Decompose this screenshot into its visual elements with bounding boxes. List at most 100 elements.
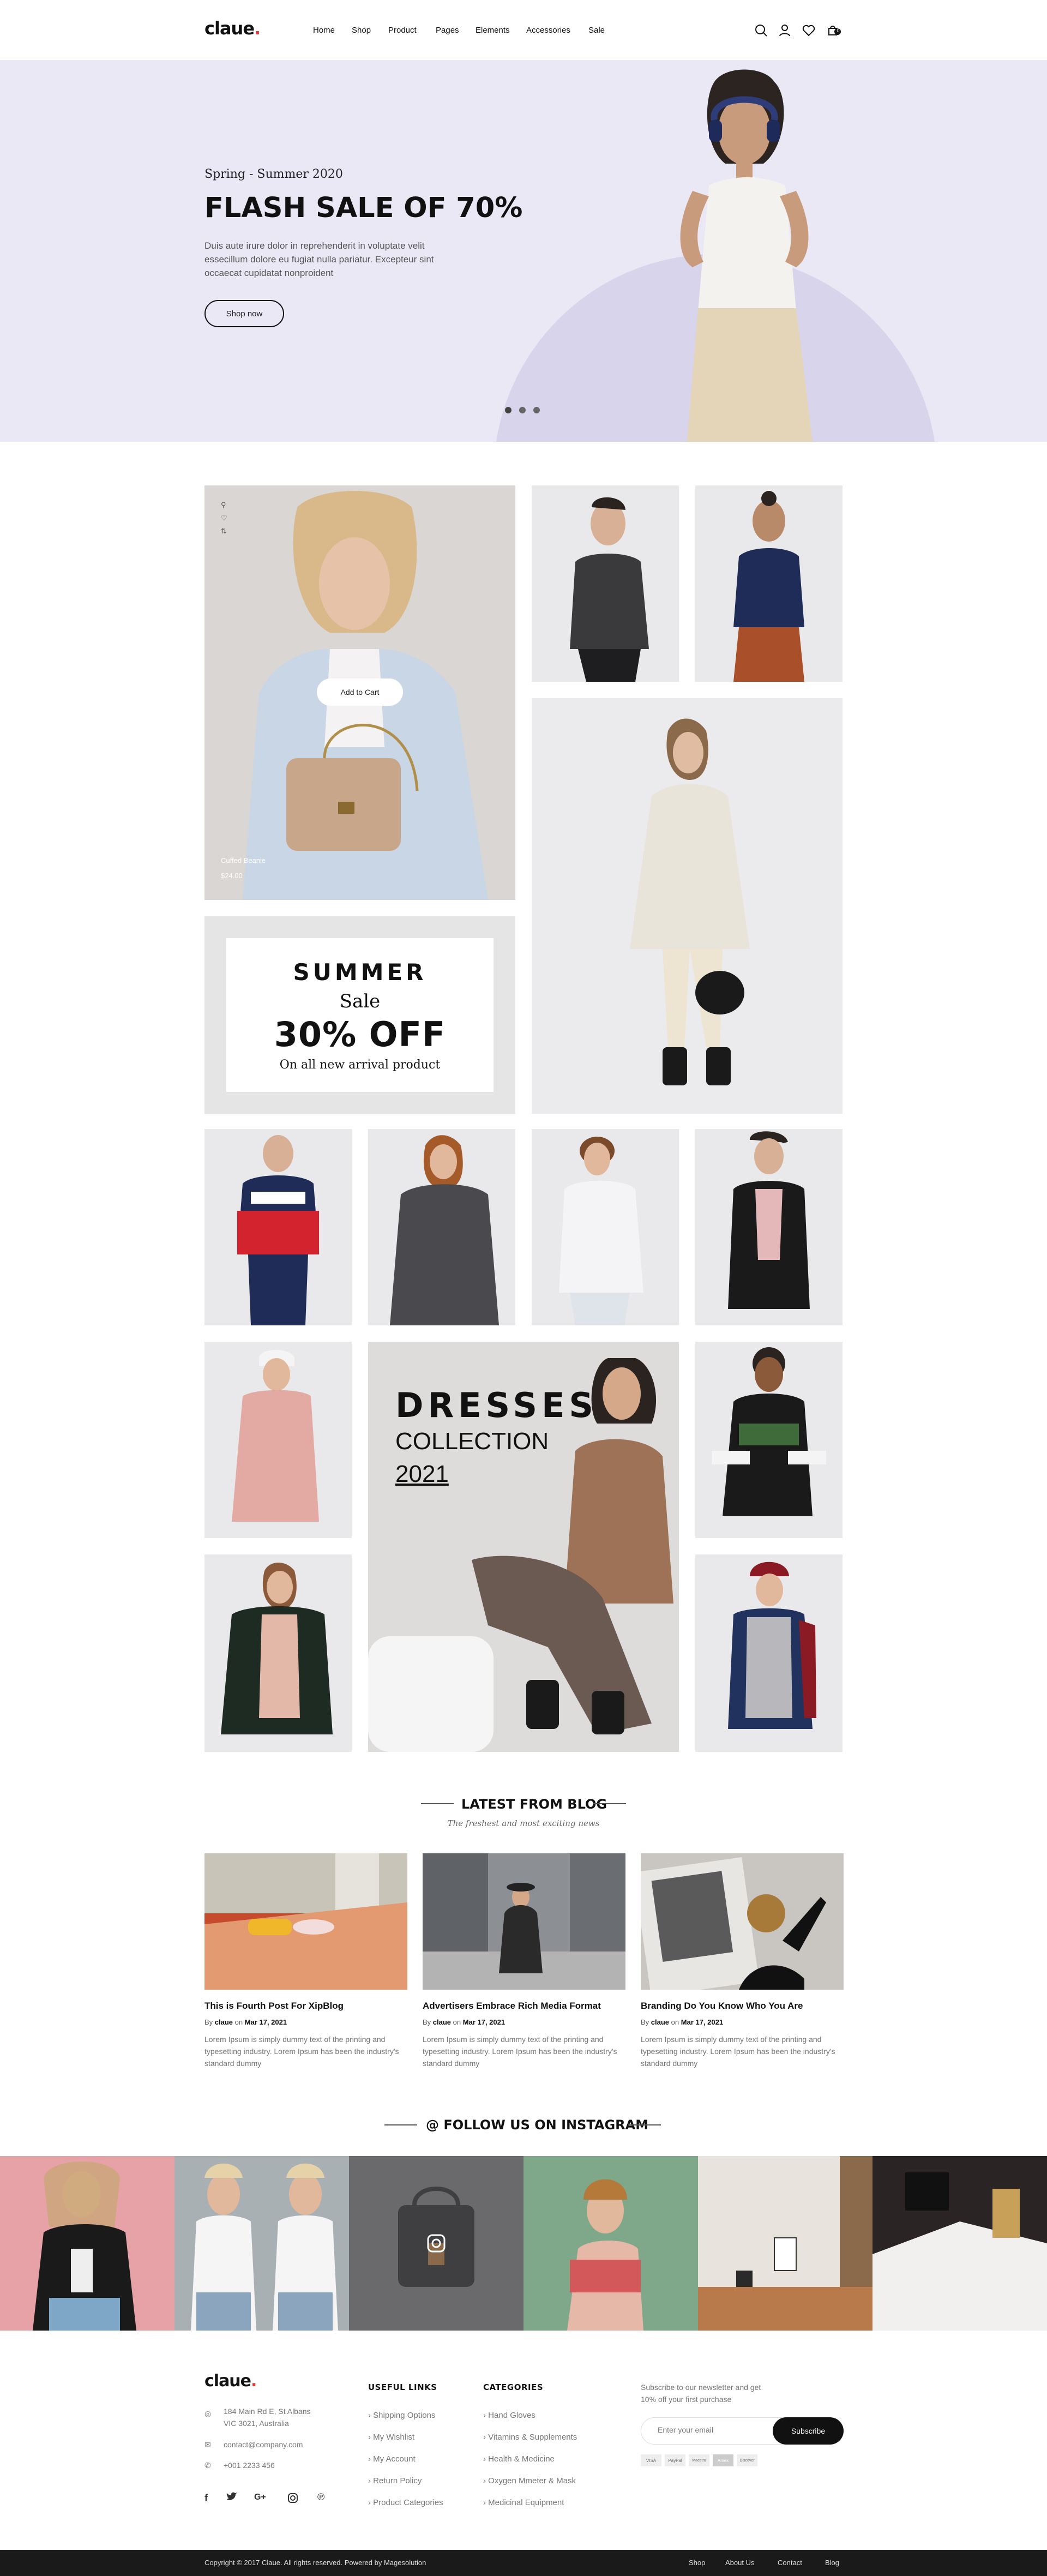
divider [384,2124,417,2125]
useful-links-heading: USEFUL LINKS [368,2382,437,2392]
product-price: $24.00 [221,872,243,880]
search-icon[interactable] [754,23,768,38]
promo-line-1: SUMMER [293,959,427,986]
bottom-link-about[interactable]: About Us [725,2559,754,2567]
instagram-photo[interactable] [698,2156,872,2331]
search-icon[interactable]: ⚲ [221,501,226,509]
nav-sale[interactable]: Sale [588,26,605,35]
product-card[interactable] [204,1554,352,1752]
nav-accessories[interactable]: Accessories [526,26,570,35]
slide-dot-1[interactable] [505,407,512,413]
blog-section-title: LATEST FROM BLOG [461,1797,607,1812]
heart-icon[interactable] [802,23,816,38]
add-to-cart-button[interactable]: Add to Cart [317,678,403,706]
instagram-photo[interactable] [174,2156,349,2331]
instagram-icon[interactable] [287,2493,298,2506]
footer-category-link[interactable]: › Oxygen Mmeter & Mask [483,2476,576,2485]
twitter-icon[interactable] [226,2491,238,2505]
user-icon[interactable] [778,23,792,38]
summer-sale-banner[interactable]: SUMMER Sale 30% OFF On all new arrival p… [204,916,515,1114]
bottom-link-contact[interactable]: Contact [778,2559,802,2567]
footer-category-link[interactable]: › Vitamins & Supplements [483,2433,577,2442]
google-plus-icon[interactable]: G+ [254,2493,266,2502]
product-image [630,718,750,1085]
product-card[interactable] [695,1342,843,1538]
product-card[interactable] [695,485,843,682]
footer-address: 184 Main Rd E, St Albans VIC 3021, Austra… [224,2407,311,2428]
location-icon: ◎ [204,2409,212,2418]
product-card[interactable] [695,1554,843,1752]
footer-link[interactable]: › Product Categories [368,2498,443,2507]
categories-heading: CATEGORIES [483,2382,544,2392]
shop-now-button[interactable]: Shop now [204,300,284,327]
summer-sale-card: SUMMER Sale 30% OFF On all new arrival p… [226,938,494,1092]
footer-category-link[interactable]: › Medicinal Equipment [483,2498,564,2507]
footer-link[interactable]: › My Wishlist [368,2433,414,2442]
slide-dot-3[interactable] [533,407,540,413]
compare-icon[interactable]: ⇅ [221,527,227,536]
nav-product[interactable]: Product [388,26,417,35]
instagram-photo[interactable] [349,2156,524,2331]
blog-post-image[interactable] [641,1853,844,1990]
dresses-title: DRESSES [395,1385,598,1425]
instagram-photo[interactable] [872,2156,1047,2331]
blog-post-excerpt: Lorem Ipsum is simply dummy text of the … [204,2035,399,2068]
product-card[interactable] [532,485,679,682]
product-image [232,1350,319,1522]
blog-post-image[interactable] [423,1853,625,1990]
blog-post-title[interactable]: Advertisers Embrace Rich Media Format [423,2001,601,2011]
bottom-link-blog[interactable]: Blog [825,2559,839,2567]
paypal-icon: PayPal [665,2454,685,2466]
blog-post-excerpt: Lorem Ipsum is simply dummy text of the … [423,2035,617,2068]
product-card[interactable] [532,698,843,1114]
blog-section-subtitle: The freshest and most exciting news [447,1818,600,1828]
blog-post-title[interactable]: Branding Do You Know Who You Are [641,2001,803,2011]
hero-subtitle: Spring - Summer 2020 [204,167,343,181]
blog-post-image[interactable] [204,1853,407,1990]
dresses-year[interactable]: 2021 [395,1461,449,1488]
heart-icon[interactable]: ♡ [221,514,227,523]
main-nav: Home Shop Product Pages Elements Accesso… [0,26,1047,37]
product-image [237,1135,319,1325]
product-card[interactable] [695,1129,843,1325]
product-card-featured[interactable]: ⚲ ♡ ⇅ Add to Cart Cuffed Beanie $24.00 [204,485,515,900]
pinterest-icon[interactable]: ℗ [317,2491,324,2503]
hero-model-image [680,69,813,442]
blog-post-meta: By claue on Mar 17, 2021 [423,2018,506,2026]
blog-post-excerpt: Lorem Ipsum is simply dummy text of the … [641,2035,835,2068]
facebook-icon[interactable]: f [204,2493,208,2504]
footer-category-link[interactable]: › Health & Medicine [483,2454,555,2464]
footer-logo[interactable]: claue. [204,2371,257,2391]
instagram-photo[interactable] [0,2156,174,2331]
hero-title: FLASH SALE OF 70% [204,192,523,224]
newsletter-text: Subscribe to our newsletter and get 10% o… [641,2383,761,2404]
nav-shop[interactable]: Shop [352,26,371,35]
product-name[interactable]: Cuffed Beanie [221,856,266,864]
nav-home[interactable]: Home [313,26,335,35]
footer-email[interactable]: contact@company.com [224,2439,303,2451]
product-card[interactable] [368,1129,515,1325]
product-image [728,1562,816,1729]
discover-icon: Discover [737,2454,757,2466]
instagram-photo[interactable] [524,2156,698,2331]
bottom-bar: Copyright © 2017 Claue. All rights reser… [0,2550,1047,2576]
footer-category-link[interactable]: › Hand Gloves [483,2411,535,2420]
blog-post-title[interactable]: This is Fourth Post For XipBlog [204,2001,344,2011]
footer-link[interactable]: › Shipping Options [368,2411,435,2420]
footer-link[interactable]: › My Account [368,2454,416,2464]
footer-phone[interactable]: +001 2233 456 [224,2459,275,2471]
divider [628,2124,661,2125]
subscribe-button[interactable]: Subscribe [773,2417,844,2445]
newsletter-email-input[interactable] [658,2425,767,2434]
product-card[interactable] [204,1129,352,1325]
product-card[interactable] [204,1342,352,1538]
nav-elements[interactable]: Elements [476,26,510,35]
bottom-link-shop[interactable]: Shop [689,2559,705,2567]
dresses-collection-banner[interactable]: DRESSES COLLECTION 2021 [368,1342,679,1752]
nav-pages[interactable]: Pages [436,26,459,35]
product-card[interactable] [532,1129,679,1325]
promo-line-2: Sale [339,990,381,1012]
footer-link[interactable]: › Return Policy [368,2476,422,2485]
slide-dot-2[interactable] [519,407,526,413]
maestro-icon: Maestro [689,2454,709,2466]
